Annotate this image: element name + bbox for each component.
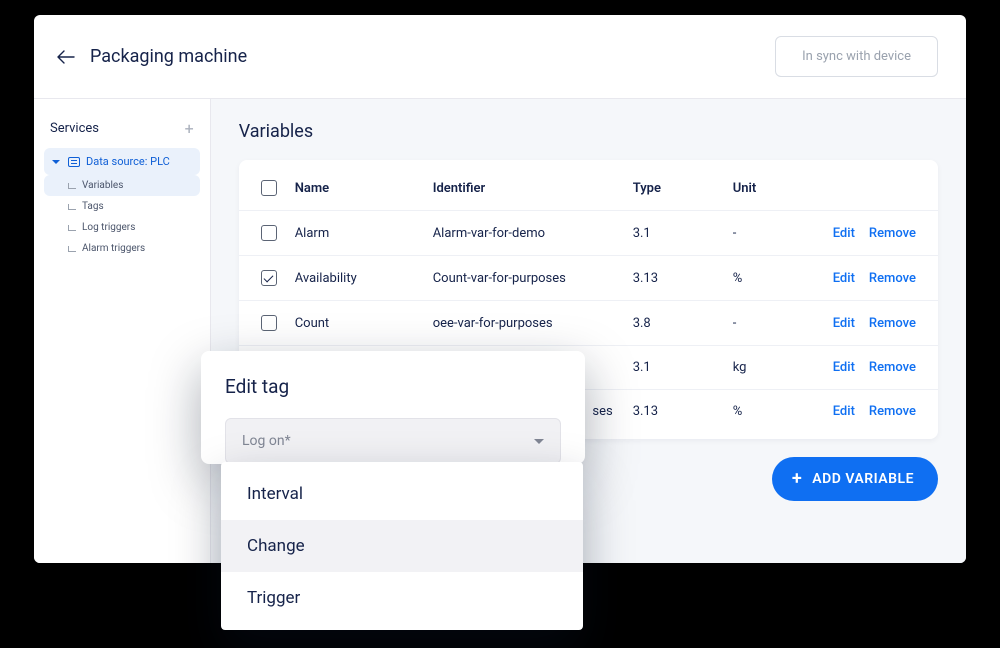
add-service-icon[interactable]: + <box>185 119 194 138</box>
back-arrow-icon[interactable] <box>56 47 76 67</box>
table-header-row: Name Identifier Type Unit <box>239 166 938 210</box>
edit-link[interactable]: Edit <box>833 226 855 241</box>
cell-name: Alarm <box>295 226 433 241</box>
edit-link[interactable]: Edit <box>833 316 855 331</box>
col-header-identifier: Identifier <box>433 181 633 196</box>
col-header-unit: Unit <box>733 181 833 196</box>
cell-type: 3.8 <box>633 316 733 331</box>
sidebar-heading-row: Services + <box>44 115 200 148</box>
data-source-icon <box>68 157 80 167</box>
sidebar: Services + Data source: PLC Variables Ta… <box>34 99 211 563</box>
sidebar-item-tags[interactable]: Tags <box>44 196 200 217</box>
cell-type: 3.13 <box>633 404 733 419</box>
sidebar-item-label: Variables <box>82 180 123 191</box>
cell-unit: kg <box>733 360 833 375</box>
cell-type: 3.1 <box>633 226 733 241</box>
tree-branch-icon <box>68 246 76 252</box>
log-on-dropdown: Interval Change Trigger <box>221 462 583 630</box>
plus-icon: + <box>792 472 802 486</box>
cell-identifier: Alarm-var-for-demo <box>433 226 633 241</box>
cell-identifier: oee-var-for-purposes <box>433 316 633 331</box>
cell-type: 3.13 <box>633 271 733 286</box>
cell-name: Count <box>295 316 433 331</box>
row-checkbox[interactable] <box>261 270 277 286</box>
option-interval[interactable]: Interval <box>221 468 583 520</box>
select-all-checkbox[interactable] <box>261 180 277 196</box>
cell-unit: - <box>733 316 833 331</box>
section-title: Variables <box>239 121 938 142</box>
col-header-type: Type <box>633 181 733 196</box>
cell-identifier: Count-var-for-purposes <box>433 271 633 286</box>
log-on-select[interactable]: Log on* <box>225 418 561 464</box>
option-change[interactable]: Change <box>221 520 583 572</box>
sidebar-source-label: Data source: PLC <box>86 155 170 168</box>
edit-link[interactable]: Edit <box>833 404 855 419</box>
tree-branch-icon <box>68 183 76 189</box>
sync-status-button[interactable]: In sync with device <box>775 36 938 77</box>
tree-branch-icon <box>68 204 76 210</box>
add-variable-button[interactable]: + ADD VARIABLE <box>772 457 938 501</box>
sidebar-heading: Services <box>50 121 99 136</box>
table-row: Availability Count-var-for-purposes 3.13… <box>239 255 938 300</box>
sidebar-item-label: Alarm triggers <box>82 243 145 254</box>
edit-link[interactable]: Edit <box>833 360 855 375</box>
remove-link[interactable]: Remove <box>869 271 916 286</box>
remove-link[interactable]: Remove <box>869 360 916 375</box>
sidebar-item-log-triggers[interactable]: Log triggers <box>44 217 200 238</box>
cell-unit: - <box>733 226 833 241</box>
page-title: Packaging machine <box>90 46 247 67</box>
select-label: Log on* <box>242 433 291 449</box>
table-row: Count oee-var-for-purposes 3.8 - Edit Re… <box>239 300 938 345</box>
remove-link[interactable]: Remove <box>869 316 916 331</box>
table-row: Alarm Alarm-var-for-demo 3.1 - Edit Remo… <box>239 210 938 255</box>
option-trigger[interactable]: Trigger <box>221 572 583 624</box>
row-checkbox[interactable] <box>261 225 277 241</box>
col-header-name: Name <box>295 181 433 196</box>
popover-title: Edit tag <box>225 375 561 398</box>
remove-link[interactable]: Remove <box>869 226 916 241</box>
sidebar-item-label: Tags <box>82 201 104 212</box>
sidebar-item-alarm-triggers[interactable]: Alarm triggers <box>44 238 200 259</box>
remove-link[interactable]: Remove <box>869 404 916 419</box>
top-bar-left: Packaging machine <box>56 46 247 67</box>
chevron-down-icon <box>534 439 544 444</box>
cell-unit: % <box>733 404 833 419</box>
top-bar: Packaging machine In sync with device <box>34 15 966 99</box>
add-variable-label: ADD VARIABLE <box>812 471 914 487</box>
cell-name: Availability <box>295 271 433 286</box>
edit-tag-popover: Edit tag Log on* <box>201 351 585 464</box>
sidebar-data-source[interactable]: Data source: PLC <box>44 148 200 175</box>
sidebar-item-label: Log triggers <box>82 222 135 233</box>
cell-type: 3.1 <box>633 360 733 375</box>
chevron-down-icon <box>52 160 60 164</box>
cell-unit: % <box>733 271 833 286</box>
sidebar-item-variables[interactable]: Variables <box>44 175 200 196</box>
tree-branch-icon <box>68 225 76 231</box>
row-checkbox[interactable] <box>261 315 277 331</box>
edit-link[interactable]: Edit <box>833 271 855 286</box>
